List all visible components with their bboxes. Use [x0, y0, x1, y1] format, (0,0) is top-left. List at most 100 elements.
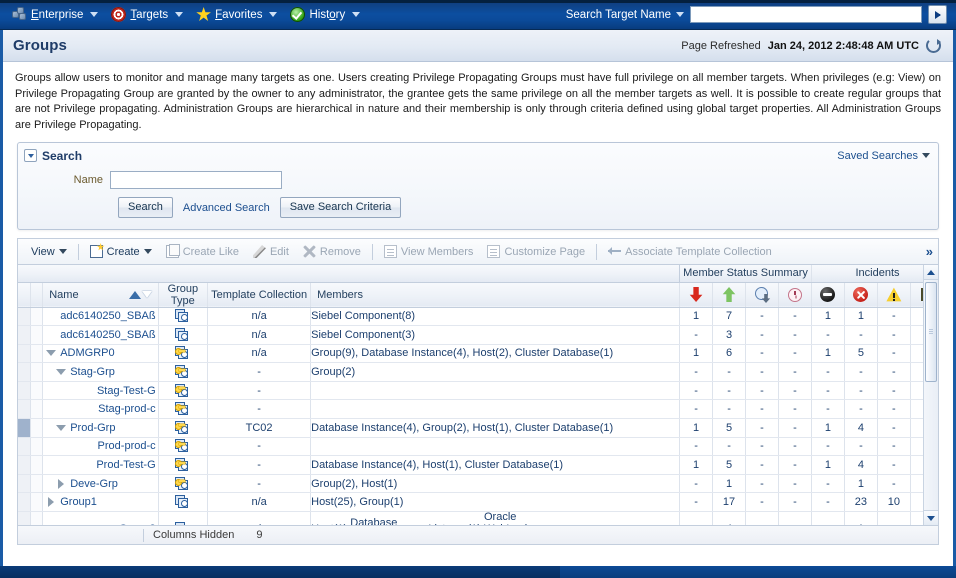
search-name-input[interactable]	[110, 171, 282, 189]
member-summary[interactable]: Group(2)	[311, 366, 355, 378]
cell-name[interactable]: ADMGRP0	[42, 344, 159, 364]
group-name-link[interactable]: Deve-Grp	[70, 478, 118, 490]
saved-searches-menu[interactable]: Saved Searches	[837, 150, 930, 162]
cell-name[interactable]: Group1	[42, 492, 159, 513]
cell-members[interactable]: Group(2)	[310, 362, 681, 382]
cell-status-1[interactable]: 5	[712, 418, 747, 438]
edit-button[interactable]: Edit	[246, 243, 296, 260]
table-row[interactable]: ADMGRP0 n/a Group(9), Database Instance(4)…	[18, 344, 938, 364]
row-select-indicator[interactable]	[18, 381, 31, 401]
twisty-expanded-icon[interactable]	[46, 348, 57, 358]
table-row[interactable]: Deve-Grp-Group(2), Host(1)-1---1--	[18, 474, 938, 494]
remove-button[interactable]: Remove	[296, 243, 368, 260]
cell-name[interactable]: adc6140250_SBAß	[42, 325, 159, 345]
save-search-criteria-button[interactable]: Save Search Criteria	[279, 197, 402, 218]
cell-members[interactable]: Group(2), Host(1)	[310, 474, 681, 494]
cell-name[interactable]: Prod-Grp	[42, 418, 159, 438]
row-select-indicator[interactable]	[18, 437, 31, 457]
group-name-link[interactable]: Stag-prod-с	[98, 403, 155, 415]
column-header-status-up[interactable]	[712, 282, 747, 308]
sort-indicator[interactable]	[128, 290, 152, 299]
cell-name[interactable]: Stag-Test-G	[42, 381, 159, 401]
row-select-indicator[interactable]	[18, 344, 31, 364]
cell-incidents-1[interactable]: 4	[844, 418, 878, 438]
column-header-name[interactable]: Name	[42, 282, 159, 308]
menu-history[interactable]: History	[286, 4, 367, 25]
cell-status-1[interactable]: 5	[712, 455, 747, 475]
cell-incidents-1[interactable]: 1	[844, 511, 878, 525]
create-button[interactable]: Create	[83, 243, 159, 260]
toolbar-overflow-button[interactable]: »	[926, 244, 938, 259]
customize-page-button[interactable]: Customize Page	[480, 243, 592, 260]
cell-name[interactable]: Stag-Grp	[42, 362, 159, 382]
table-row[interactable]: Stag-Grp-Group(2)--------	[18, 362, 938, 382]
cell-status-0[interactable]: 1	[679, 455, 714, 475]
cell-members[interactable]: Group(9), Database Instance(4), Host(2),…	[310, 344, 681, 364]
cell-members[interactable]: Siebel Component(8)	[310, 307, 681, 327]
cell-incidents-0[interactable]: 1	[811, 307, 845, 327]
table-row[interactable]: Prod-prod-с---------	[18, 437, 938, 457]
cell-incidents-1[interactable]: 1	[844, 474, 878, 494]
menu-favorites[interactable]: Favorites	[192, 4, 284, 25]
row-select-indicator[interactable]	[18, 362, 31, 382]
column-header-status-down[interactable]	[679, 282, 714, 308]
column-header-members[interactable]: Members	[310, 282, 681, 308]
cell-status-1[interactable]: 4	[712, 511, 747, 525]
view-menu[interactable]: View	[24, 244, 74, 260]
cell-status-1[interactable]: 7	[712, 307, 747, 327]
group-name-link[interactable]: Prod-Grp	[70, 422, 115, 434]
member-type-link[interactable]: Database Instance(1)	[350, 517, 422, 525]
row-select-indicator[interactable]	[18, 325, 31, 345]
member-summary[interactable]: Siebel Component(3)	[311, 329, 415, 341]
group-name-link[interactable]: ADMGRP0	[60, 347, 114, 359]
row-select-indicator[interactable]	[18, 418, 31, 438]
cell-members[interactable]	[310, 381, 681, 401]
group-name-link[interactable]: Group1	[60, 496, 97, 508]
cell-name[interactable]: Deve-Grp	[42, 474, 159, 494]
row-select-indicator[interactable]	[18, 492, 31, 513]
group-name-link[interactable]: Group2	[119, 523, 156, 525]
cell-incidents-1[interactable]: 1	[844, 307, 878, 327]
cell-members[interactable]: Host(1),Database Instance(1), Listener(1…	[310, 511, 681, 525]
cell-incidents-0[interactable]: 1	[811, 344, 845, 364]
column-header-incident-critical[interactable]	[844, 282, 878, 308]
column-header-group-type[interactable]: Group Type	[158, 282, 209, 308]
menu-targets[interactable]: Targets	[107, 4, 190, 25]
group-name-link[interactable]: adc6140250_SBAß	[60, 310, 155, 322]
cell-members[interactable]	[310, 399, 681, 420]
cell-incidents-1[interactable]: 23	[844, 492, 878, 513]
scroll-up-button[interactable]	[924, 265, 938, 280]
column-header-template-collection[interactable]: Template Collection	[207, 282, 312, 308]
cell-name[interactable]: adc6140250_SBAß	[42, 307, 159, 327]
cell-name[interactable]: Prod-Test-G	[42, 455, 159, 475]
cell-incidents-0[interactable]: 1	[811, 418, 845, 438]
chevron-down-icon[interactable]	[24, 149, 37, 162]
table-row[interactable]: Group2 n/aHost(1),Database Instance(1), L…	[18, 511, 938, 525]
row-select-indicator[interactable]	[18, 455, 31, 475]
view-members-button[interactable]: View Members	[377, 243, 481, 260]
table-row[interactable]: adc6140250_SBAß n/a Siebel Component(3) -3-…	[18, 325, 938, 345]
cell-name[interactable]: Stag-prod-с	[42, 399, 159, 420]
create-like-button[interactable]: Create Like	[159, 243, 246, 260]
global-search-go-button[interactable]	[928, 5, 947, 24]
global-search-selector[interactable]: Search Target Name	[566, 9, 684, 21]
group-name-link[interactable]: Prod-prod-с	[98, 440, 156, 452]
member-type-link[interactable]: Oracle WebLogic Server(1)	[484, 512, 556, 525]
cell-name[interactable]: Prod-prod-с	[42, 437, 159, 457]
member-type-link[interactable]: , Listener(1),	[422, 523, 484, 525]
column-header-incident-warning[interactable]	[877, 282, 911, 308]
row-select-indicator[interactable]	[18, 474, 31, 494]
group-name-link[interactable]: Prod-Test-G	[96, 459, 155, 471]
cell-status-1[interactable]: 17	[712, 492, 747, 513]
cell-status-0[interactable]: 1	[679, 344, 714, 364]
cell-status-0[interactable]: 1	[679, 307, 714, 327]
cell-members[interactable]: Host(25), Group(1)	[310, 492, 681, 513]
member-summary[interactable]: Host(25), Group(1)	[311, 496, 403, 508]
global-search-input[interactable]	[690, 6, 922, 23]
cell-status-1[interactable]: 3	[712, 325, 747, 345]
menu-enterprise[interactable]: Enterprise	[8, 4, 105, 25]
cell-status-0[interactable]: 1	[679, 418, 714, 438]
cell-members[interactable]: Database Instance(4), Group(2), Host(1),…	[310, 418, 681, 438]
column-header-incident-fatal[interactable]	[811, 282, 845, 308]
twisty-expanded-icon[interactable]	[56, 367, 67, 377]
